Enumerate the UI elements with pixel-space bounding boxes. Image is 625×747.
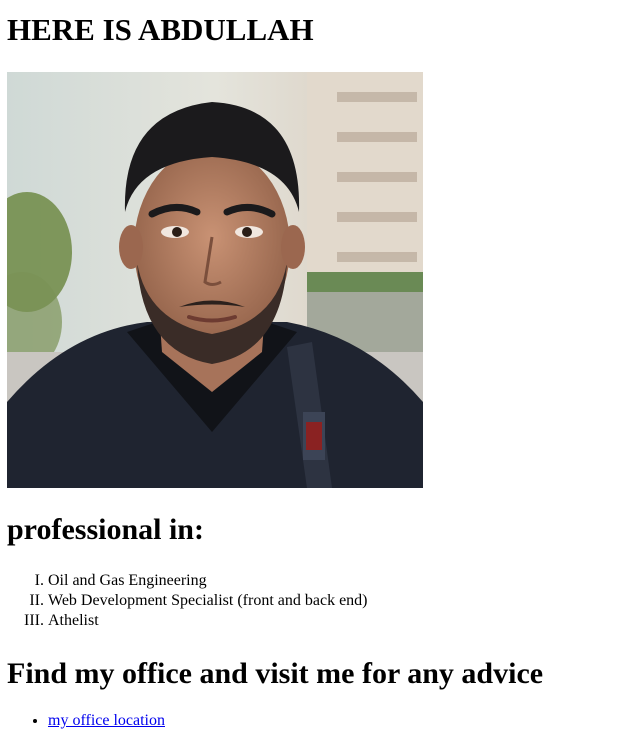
office-location-link[interactable]: my office location [48, 712, 165, 729]
profile-photo-image [7, 72, 423, 488]
office-heading: Find my office and visit me for any advi… [7, 657, 544, 690]
profile-photo [7, 72, 423, 488]
skills-list: Oil and Gas Engineering Web Development … [7, 571, 625, 631]
page-title: HERE IS ABDULLAH [7, 12, 314, 47]
list-item: Athelist [48, 611, 625, 631]
office-links-list: my office location [7, 711, 625, 731]
list-item: my office location [48, 711, 625, 731]
professional-heading: professional in: [7, 513, 204, 546]
list-item: Web Development Specialist (front and ba… [48, 591, 625, 611]
list-item: Oil and Gas Engineering [48, 571, 625, 591]
page: HERE IS ABDULLAH professional in: I. Oil… [0, 0, 625, 731]
